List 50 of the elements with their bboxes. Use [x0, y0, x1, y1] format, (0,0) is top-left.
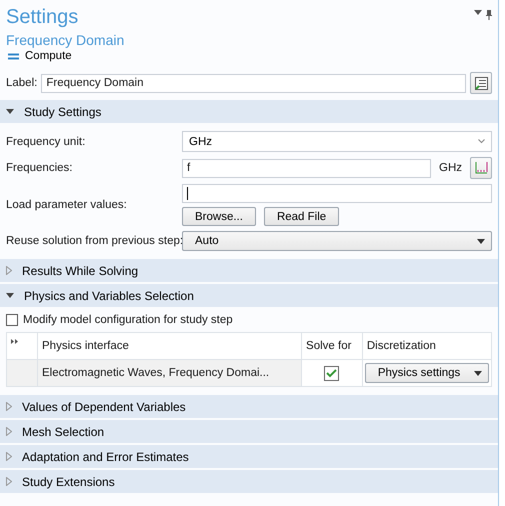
table-cell: Electromagnetic Waves, Frequency Domai... — [38, 360, 302, 386]
expand-arrow-icon — [6, 427, 12, 436]
pin-icon[interactable] — [486, 10, 492, 20]
file-path-field[interactable] — [182, 184, 492, 203]
section-header[interactable]: Study Extensions — [0, 470, 498, 493]
checkbox-label: Modify model configuration for study step — [23, 314, 233, 326]
column-header: Discretization — [362, 332, 492, 360]
field-label: Reuse solution from previous step: — [6, 235, 182, 247]
check-icon — [326, 368, 338, 378]
collapse-arrow-icon — [6, 292, 14, 298]
section-header[interactable]: Adaptation and Error Estimates — [0, 445, 498, 468]
expand-arrow-icon — [6, 452, 12, 461]
compute-button[interactable]: Compute — [4, 48, 76, 64]
section-header[interactable]: Values of Dependent Variables — [0, 395, 498, 418]
field-label: Frequency unit: — [6, 136, 86, 148]
notes-icon — [474, 76, 488, 90]
column-header: Physics interface — [38, 332, 302, 360]
field-label: Frequencies: — [6, 162, 74, 174]
comment-button[interactable] — [470, 72, 492, 94]
expand-arrow-icon — [6, 477, 12, 486]
section-header[interactable]: Mesh Selection — [0, 420, 498, 443]
range-button[interactable] — [470, 157, 492, 179]
column-header: Solve for — [302, 332, 362, 360]
unit-label: GHz — [438, 162, 463, 174]
solve-checkbox[interactable] — [324, 366, 340, 380]
file-button[interactable]: Read File — [264, 207, 340, 226]
expand-arrow-icon — [6, 266, 12, 275]
frequencies-field[interactable]: f — [182, 158, 431, 178]
equals-icon — [8, 52, 19, 60]
field-label: Label: — [6, 77, 38, 89]
node-subtitle: Frequency Domain — [6, 32, 124, 48]
section-header[interactable]: Results While Solving — [0, 259, 498, 282]
chevron-icon — [478, 139, 485, 144]
field-label: Load parameter values: — [6, 199, 128, 211]
unit-select[interactable]: GHz — [182, 131, 492, 152]
window-title: Settings — [6, 5, 78, 30]
dropdown-arrow-icon — [477, 238, 485, 244]
expand-arrow-icon — [6, 402, 12, 411]
label-field[interactable]: Frequency Domain — [41, 74, 466, 92]
dropdown-arrow-icon[interactable] — [474, 10, 482, 15]
section-header[interactable]: Study Settings — [0, 100, 498, 123]
collapse-arrow-icon — [6, 108, 14, 114]
range-icon — [474, 161, 488, 175]
section-header[interactable]: Physics and Variables Selection — [0, 284, 498, 307]
discretization-dropdown[interactable]: Physics settings — [364, 363, 489, 383]
dropdown-arrow-icon — [474, 370, 482, 376]
reuse-dropdown[interactable]: Auto — [182, 231, 492, 251]
file-button[interactable]: Browse... — [182, 207, 256, 226]
expand-columns-icon — [11, 339, 19, 344]
checkbox[interactable] — [6, 314, 18, 326]
